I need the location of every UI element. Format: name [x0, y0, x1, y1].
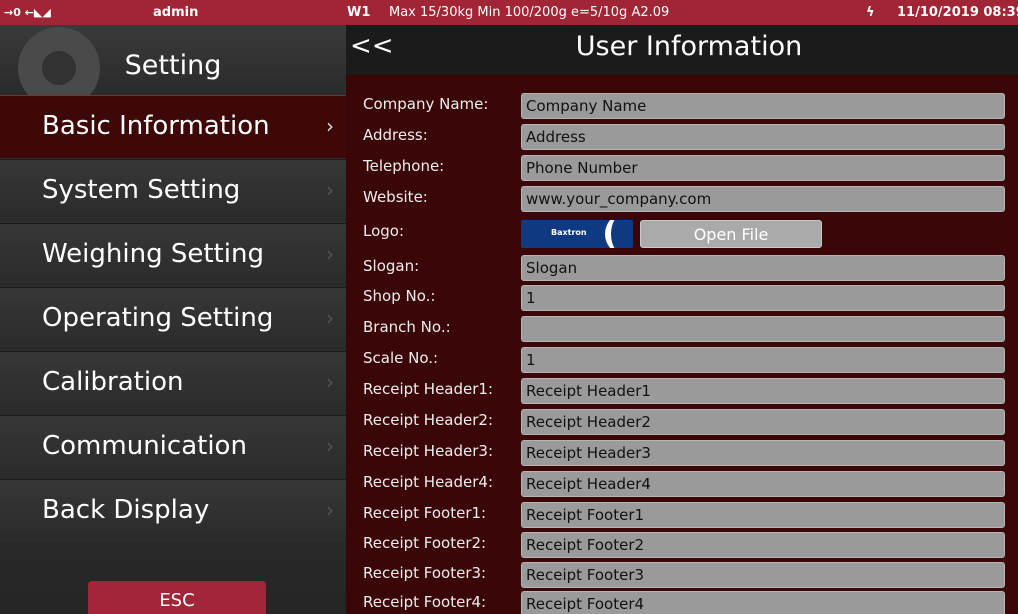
field-logo: Logo: Baxtron Open File — [346, 220, 1018, 248]
field-receipt-footer2: Receipt Footer2: Receipt Footer2 — [346, 532, 1018, 558]
sidebar-item-back-display[interactable]: Back Display › — [0, 479, 346, 542]
field-website: Website: www.your_company.com — [346, 186, 1018, 212]
field-label: Receipt Header4: — [363, 473, 494, 491]
address-input[interactable]: Address — [521, 124, 1005, 150]
sidebar-item-label: Communication — [42, 431, 247, 461]
field-company-name: Company Name: Company Name — [346, 93, 1018, 119]
field-label: Receipt Footer4: — [363, 593, 487, 611]
field-address: Address: Address — [346, 124, 1018, 150]
field-shop-no: Shop No.: 1 — [346, 285, 1018, 311]
field-branch-no: Branch No.: — [346, 316, 1018, 342]
field-receipt-footer4: Receipt Footer4: Receipt Footer4 — [346, 591, 1018, 614]
main-header: User Information << — [346, 25, 1018, 75]
field-receipt-footer1: Receipt Footer1: Receipt Footer1 — [346, 502, 1018, 528]
field-receipt-header4: Receipt Header4: Receipt Header4 — [346, 471, 1018, 497]
field-scale-no: Scale No.: 1 — [346, 347, 1018, 373]
sidebar-item-weighing-setting[interactable]: Weighing Setting › — [0, 223, 346, 286]
field-label: Receipt Header2: — [363, 411, 494, 429]
esc-button[interactable]: ESC — [88, 581, 266, 614]
sidebar-item-label: Basic Information — [42, 111, 270, 141]
open-file-button[interactable]: Open File — [640, 220, 822, 248]
shop-no-input[interactable]: 1 — [521, 285, 1005, 311]
status-bar: →0 ←◣◢ admin W1 Max 15/30kg Min 100/200g… — [0, 0, 1018, 25]
field-label: Slogan: — [363, 257, 420, 275]
field-receipt-header1: Receipt Header1: Receipt Header1 — [346, 378, 1018, 404]
sidebar-item-label: Operating Setting — [42, 303, 274, 333]
logo-brand: Baxtron — [551, 228, 587, 237]
sidebar-item-system-setting[interactable]: System Setting › — [0, 159, 346, 222]
sidebar-title: Setting — [124, 50, 222, 81]
receipt-header2-input[interactable]: Receipt Header2 — [521, 409, 1005, 435]
chevron-right-icon: › — [326, 178, 334, 202]
sidebar: Setting Basic Information › System Setti… — [0, 25, 346, 614]
field-label: Company Name: — [363, 95, 489, 113]
sidebar-item-communication[interactable]: Communication › — [0, 415, 346, 478]
website-input[interactable]: www.your_company.com — [521, 186, 1005, 212]
receipt-footer4-input[interactable]: Receipt Footer4 — [521, 591, 1005, 614]
back-button[interactable]: << — [350, 31, 394, 61]
field-label: Receipt Header1: — [363, 380, 494, 398]
sidebar-item-label: Weighing Setting — [42, 239, 264, 269]
receipt-header4-input[interactable]: Receipt Header4 — [521, 471, 1005, 497]
scale-range: Max 15/30kg Min 100/200g e=5/10g A2.09 — [389, 5, 670, 20]
chevron-right-icon: › — [326, 498, 334, 522]
field-label: Website: — [363, 188, 428, 206]
field-label: Logo: — [363, 222, 405, 240]
field-label: Address: — [363, 126, 428, 144]
logo-image: Baxtron — [521, 220, 633, 248]
connection-indicator-icon: →0 ←◣◢ — [4, 6, 51, 19]
field-label: Receipt Footer3: — [363, 564, 487, 582]
chevron-right-icon: › — [326, 306, 334, 330]
field-telephone: Telephone: Phone Number — [346, 155, 1018, 181]
receipt-footer3-input[interactable]: Receipt Footer3 — [521, 562, 1005, 588]
sidebar-item-label: Back Display — [42, 495, 210, 525]
main-panel: User Information << Company Name: Compan… — [346, 25, 1018, 614]
sidebar-header: Setting — [0, 25, 346, 109]
sidebar-item-operating-setting[interactable]: Operating Setting › — [0, 287, 346, 350]
sidebar-item-basic-information[interactable]: Basic Information › — [0, 95, 346, 158]
telephone-input[interactable]: Phone Number — [521, 155, 1005, 181]
current-user: admin — [153, 5, 199, 20]
field-label: Shop No.: — [363, 287, 436, 305]
field-label: Receipt Footer2: — [363, 534, 487, 552]
receipt-header3-input[interactable]: Receipt Header3 — [521, 440, 1005, 466]
field-label: Telephone: — [363, 157, 445, 175]
field-receipt-header2: Receipt Header2: Receipt Header2 — [346, 409, 1018, 435]
sidebar-item-calibration[interactable]: Calibration › — [0, 351, 346, 414]
branch-no-input[interactable] — [521, 316, 1005, 342]
lightning-bolt-icon: ϟ — [866, 5, 875, 20]
scale-no-input[interactable]: 1 — [521, 347, 1005, 373]
field-slogan: Slogan: Slogan — [346, 255, 1018, 281]
chevron-right-icon: › — [326, 242, 334, 266]
receipt-footer2-input[interactable]: Receipt Footer2 — [521, 532, 1005, 558]
field-label: Scale No.: — [363, 349, 439, 367]
field-label: Branch No.: — [363, 318, 451, 336]
sidebar-item-label: Calibration — [42, 367, 184, 397]
receipt-footer1-input[interactable]: Receipt Footer1 — [521, 502, 1005, 528]
field-label: Receipt Footer1: — [363, 504, 487, 522]
field-receipt-header3: Receipt Header3: Receipt Header3 — [346, 440, 1018, 466]
date-time: 11/10/2019 08:39 — [897, 5, 1018, 20]
weighing-unit: W1 — [347, 5, 371, 20]
field-label: Receipt Header3: — [363, 442, 494, 460]
page-title: User Information — [575, 31, 803, 62]
company-name-input[interactable]: Company Name — [521, 93, 1005, 119]
receipt-header1-input[interactable]: Receipt Header1 — [521, 378, 1005, 404]
chevron-right-icon: › — [326, 370, 334, 394]
chevron-right-icon: › — [326, 434, 334, 458]
sidebar-item-label: System Setting — [42, 175, 241, 205]
field-receipt-footer3: Receipt Footer3: Receipt Footer3 — [346, 562, 1018, 588]
chevron-right-icon: › — [326, 114, 334, 138]
slogan-input[interactable]: Slogan — [521, 255, 1005, 281]
